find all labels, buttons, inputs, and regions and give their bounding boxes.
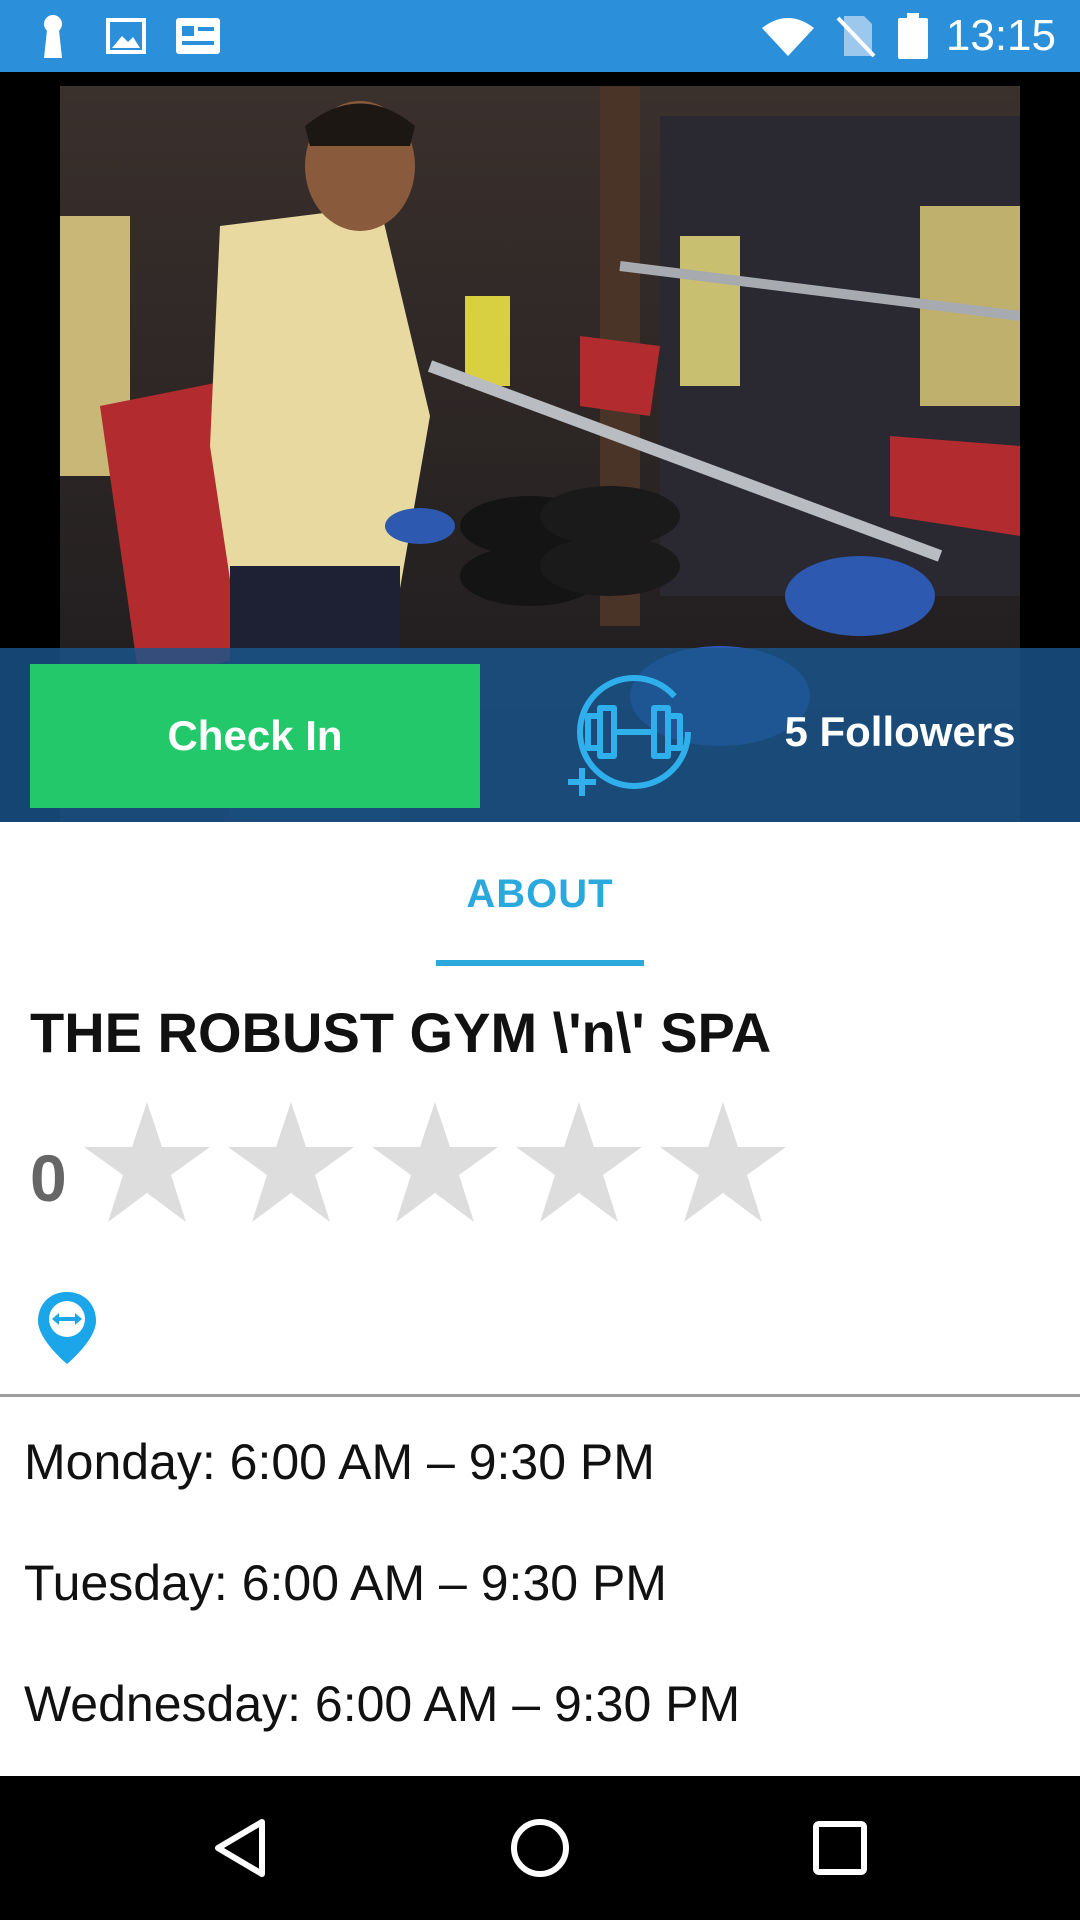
status-bar: 13:15 <box>0 0 1080 72</box>
clock-time: 13:15 <box>945 11 1056 60</box>
opening-hours-list: Monday: 6:00 AM – 9:30 PM Tuesday: 6:00 … <box>24 1420 1064 1783</box>
section-divider <box>0 1394 1080 1397</box>
gym-hero: Check In 5 Followers <box>0 72 1080 822</box>
hours-row-wednesday: Wednesday: 6:00 AM – 9:30 PM <box>24 1676 741 1732</box>
home-circle-icon[interactable] <box>492 1800 588 1896</box>
rating-value: 0 <box>30 1141 67 1215</box>
star-icon[interactable] <box>514 1100 644 1224</box>
tab-about[interactable]: ABOUT <box>436 822 644 966</box>
system-nav-bar <box>0 1776 1080 1920</box>
add-dumbbell-icon <box>566 675 696 804</box>
followers-count[interactable]: 5 Followers <box>750 692 1050 772</box>
rating-row: 0 <box>30 1100 830 1230</box>
tab-bar: ABOUT <box>0 822 1080 966</box>
back-triangle-icon[interactable] <box>192 1800 288 1896</box>
gym-action-bar: Check In 5 Followers <box>0 648 1080 822</box>
keyhole-notification-icon <box>38 14 68 58</box>
tab-active-indicator <box>436 960 644 966</box>
image-notification-icon <box>106 14 146 58</box>
battery-icon <box>898 13 928 59</box>
hours-row-tuesday: Tuesday: 6:00 AM – 9:30 PM <box>24 1555 667 1611</box>
location-pin-icon[interactable] <box>36 1290 98 1366</box>
no-sim-icon <box>836 14 876 58</box>
gym-name: THE ROBUST GYM \'n\' SPA <box>30 1001 772 1064</box>
star-icon[interactable] <box>82 1100 212 1224</box>
star-icon[interactable] <box>658 1100 788 1224</box>
tab-about-label: ABOUT <box>466 872 614 916</box>
hours-row-monday: Monday: 6:00 AM – 9:30 PM <box>24 1434 655 1490</box>
news-notification-icon <box>176 14 220 58</box>
wifi-icon <box>762 14 814 58</box>
follow-button[interactable] <box>566 672 696 800</box>
star-icon[interactable] <box>370 1100 500 1224</box>
recents-square-icon[interactable] <box>792 1800 888 1896</box>
star-icon[interactable] <box>226 1100 356 1224</box>
check-in-button[interactable]: Check In <box>30 664 480 808</box>
